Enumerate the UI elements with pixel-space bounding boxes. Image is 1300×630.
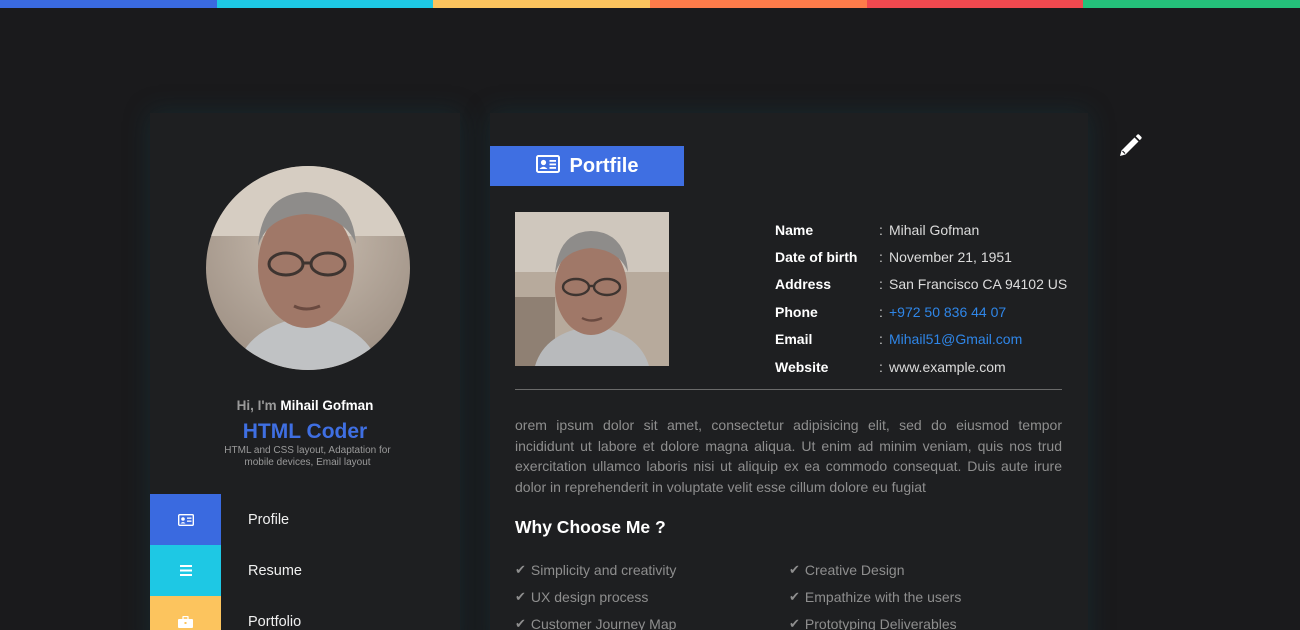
feature-label: Simplicity and creativity: [530, 561, 677, 578]
list-icon: [150, 545, 221, 596]
info-row-email: Email : Mihail51@Gmail.com: [775, 326, 1075, 353]
info-separator: :: [879, 303, 883, 320]
sidebar-item-portfolio[interactable]: Portfolio: [150, 596, 460, 630]
sidebar-menu: Profile Resume Portfolio: [150, 494, 460, 630]
info-separator: :: [879, 249, 883, 266]
check-icon: ✔: [789, 561, 800, 577]
info-value: San Francisco CA 94102 US: [889, 276, 1068, 293]
info-separator: :: [879, 358, 883, 375]
strip-segment-red: [866, 0, 1084, 8]
feature-item: ✔ Simplicity and creativity: [515, 561, 789, 578]
info-separator: :: [879, 276, 883, 293]
info-key: Date of birth: [775, 249, 858, 266]
avatar: [206, 166, 410, 370]
section-title: Portfile: [569, 154, 639, 177]
greeting: Hi, I'm Mihail Gofman: [150, 398, 460, 413]
phone-link[interactable]: +972 50 836 44 07: [889, 304, 1006, 320]
info-value: Mihail Gofman: [889, 221, 980, 238]
feature-label: UX design process: [530, 588, 649, 605]
info-row-address: Address : San Francisco CA 94102 US: [775, 271, 1075, 298]
strip-segment-orange: [650, 0, 867, 8]
id-card-icon: [535, 154, 560, 178]
feature-item: ✔ Empathize with the users: [789, 588, 1063, 605]
divider: [515, 389, 1062, 390]
sidebar-item-profile[interactable]: Profile: [150, 494, 460, 545]
info-row-website: Website : www.example.com: [775, 353, 1075, 380]
email-link[interactable]: Mihail51@Gmail.com: [889, 331, 1022, 347]
check-icon: ✔: [789, 615, 800, 630]
info-separator: :: [879, 221, 883, 238]
profile-content: Portfile Name : Mihail Gofman Date of bi…: [490, 113, 1088, 630]
info-key: Name: [775, 221, 814, 238]
why-choose-title: Why Choose Me ?: [515, 517, 666, 537]
section-header: Portfile: [490, 146, 684, 186]
feature-label: Creative Design: [804, 561, 905, 578]
pencil-icon[interactable]: [1116, 132, 1144, 160]
feature-label: Prototyping Deliverables: [804, 615, 957, 630]
feature-label: Empathize with the users: [804, 588, 962, 605]
feature-item: ✔ Prototyping Deliverables: [789, 615, 1063, 630]
top-color-strip: [0, 0, 1300, 8]
info-value: November 21, 1951: [889, 249, 1012, 266]
info-row-name: Name : Mihail Gofman: [775, 216, 1075, 243]
profile-photo: [515, 212, 669, 366]
feature-label: Customer Journey Map: [530, 615, 677, 630]
sidebar-item-label: Profile: [248, 511, 290, 528]
info-key: Phone: [775, 303, 818, 320]
info-key: Email: [775, 331, 813, 348]
strip-segment-blue: [0, 0, 217, 8]
sidebar-item-resume[interactable]: Resume: [150, 545, 460, 596]
feature-list: ✔ Simplicity and creativity ✔ Creative D…: [515, 561, 1075, 630]
id-card-icon: [150, 494, 221, 545]
check-icon: ✔: [789, 588, 800, 604]
check-icon: ✔: [515, 588, 526, 604]
user-name: Mihail Gofman: [280, 398, 374, 413]
info-key: Address: [775, 276, 832, 293]
greeting-prefix: Hi, I'm: [236, 398, 277, 413]
about-text: orem ipsum dolor sit amet, consectetur a…: [515, 417, 1062, 495]
info-separator: :: [879, 331, 883, 348]
sidebar-item-label: Portfolio: [248, 613, 302, 630]
personal-info: Name : Mihail Gofman Date of birth : Nov…: [775, 216, 1075, 380]
info-value: www.example.com: [889, 358, 1006, 375]
sidebar-item-label: Resume: [248, 562, 302, 579]
feature-item: ✔ Creative Design: [789, 561, 1063, 578]
briefcase-icon: [150, 596, 221, 630]
feature-item: ✔ Customer Journey Map: [515, 615, 789, 630]
strip-segment-yellow: [433, 0, 651, 8]
role-description: HTML and CSS layout, Adaptation for mobi…: [224, 445, 391, 468]
strip-segment-green: [1083, 0, 1300, 8]
info-row-phone: Phone : +972 50 836 44 07: [775, 298, 1075, 325]
strip-segment-cyan: [216, 0, 434, 8]
info-key: Website: [775, 358, 829, 375]
profile-sidebar: Hi, I'm Mihail Gofman HTML Coder HTML an…: [150, 113, 460, 630]
check-icon: ✔: [515, 615, 526, 630]
user-role: HTML Coder: [242, 420, 368, 443]
info-row-dob: Date of birth : November 21, 1951: [775, 243, 1075, 270]
feature-item: ✔ UX design process: [515, 588, 789, 605]
check-icon: ✔: [515, 561, 526, 577]
